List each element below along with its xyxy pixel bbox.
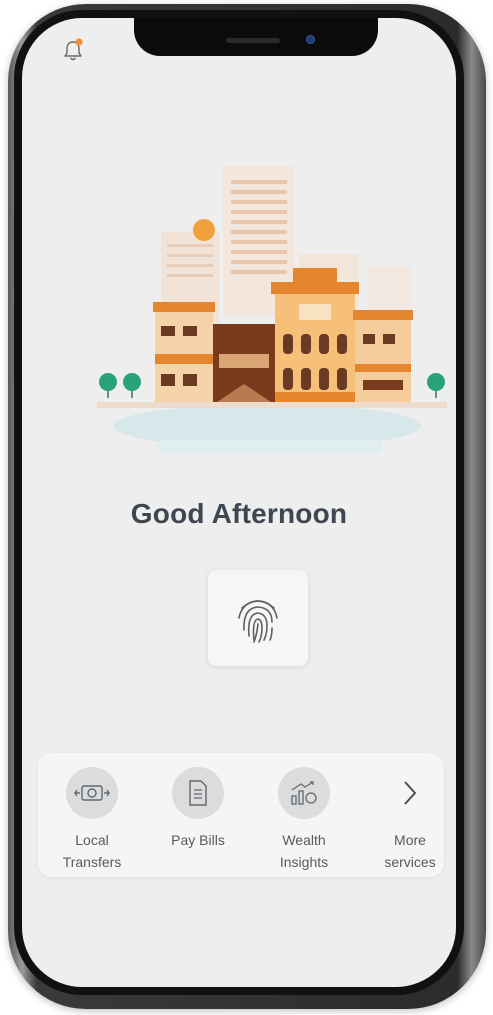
growth-chart-icon [278, 767, 330, 819]
front-camera [306, 35, 315, 44]
notch [134, 18, 378, 56]
quick-actions-bar: Local Transfers Pay Bills Wealth Insight… [38, 753, 444, 877]
fingerprint-login-button[interactable] [208, 570, 308, 666]
quick-action-pay-bills[interactable]: Pay Bills [148, 767, 248, 851]
bell-icon[interactable] [62, 38, 84, 62]
quick-action-wealth-insights[interactable]: Wealth Insights [254, 767, 354, 873]
quick-action-label: More services [384, 832, 436, 870]
quick-action-label: Pay Bills [171, 832, 225, 848]
quick-action-more-services[interactable]: More services [360, 767, 456, 873]
money-transfer-icon [66, 767, 118, 819]
chevron-right-icon [384, 767, 436, 819]
quick-action-local-transfers[interactable]: Local Transfers [42, 767, 142, 873]
greeting-title: Good Afternoon [130, 498, 348, 529]
quick-action-label: Wealth Insights [279, 832, 329, 870]
fingerprint-icon [238, 600, 278, 643]
speaker [226, 38, 280, 43]
app-screen: Good Afternoon Local Transfers Pay Bills… [22, 18, 456, 987]
quick-action-label: Local Transfers [62, 832, 122, 870]
notification-dot [75, 38, 83, 46]
bill-document-icon [172, 767, 224, 819]
sun [193, 219, 215, 241]
city-illustration [97, 166, 447, 454]
